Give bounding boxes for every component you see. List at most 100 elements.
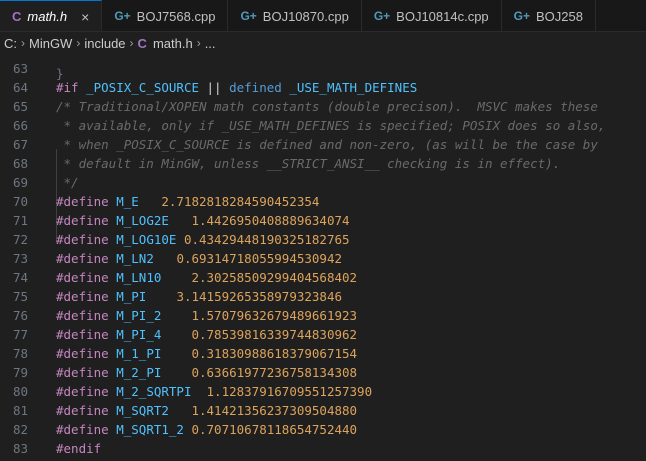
line-number: 79 — [12, 365, 28, 380]
code-line: 69 */ — [0, 173, 646, 192]
line-number: 82 — [12, 422, 28, 437]
line-number: 70 — [12, 194, 28, 209]
cpp-file-icon: G+ — [114, 9, 131, 23]
code-text: */ — [56, 173, 79, 192]
code-line: 79 #define M_2_PI 0.63661977236758134308 — [0, 363, 646, 382]
editor-tab-bar: C math.h × G+ BOJ7568.cpp G+ BOJ10870.cp… — [0, 0, 646, 32]
code-token: M_2_PI — [116, 365, 192, 380]
code-text: #define M_LOG2E 1.4426950408889634074 — [56, 211, 350, 230]
code-token: 0.78539816339744830962 — [191, 327, 358, 342]
code-text: #define M_PI_2 1.57079632679489661923 — [56, 306, 357, 325]
code-token: 1.41421356237309504880 — [191, 403, 358, 418]
code-text: #define M_PI 3.14159265358979323846 — [56, 287, 342, 306]
code-line: 75 #define M_PI 3.14159265358979323846 — [0, 287, 646, 306]
line-number: 71 — [12, 213, 28, 228]
code-text: #define M_2_SQRTPI 1.1283791670955125739… — [56, 382, 372, 401]
code-token: 0.43429448190325182765 — [183, 232, 350, 247]
code-token: #define — [56, 403, 117, 418]
line-number: 76 — [12, 308, 28, 323]
code-token: M_PI_2 — [116, 308, 192, 323]
code-token: #define — [56, 289, 117, 304]
code-text: #endif — [56, 439, 101, 458]
breadcrumb-file[interactable]: math.h — [153, 36, 193, 51]
code-token: M_SQRT1_2 — [116, 422, 192, 437]
breadcrumb-mingw[interactable]: MinGW — [29, 36, 72, 51]
code-token: 2.30258509299404568402 — [191, 270, 358, 285]
code-token: defined — [229, 80, 290, 95]
code-line: 81 #define M_SQRT2 1.41421356237309504880 — [0, 401, 646, 420]
code-token: M_1_PI — [116, 346, 192, 361]
line-number: 73 — [12, 251, 28, 266]
code-token: 0.63661977236758134308 — [191, 365, 358, 380]
cpp-file-icon: G+ — [373, 9, 391, 23]
code-token: #define — [56, 327, 117, 342]
code-line: 73 #define M_LN2 0.69314718055994530942 — [0, 249, 646, 268]
code-token: 0.69314718055994530942 — [176, 251, 343, 266]
code-token: M_LOG2E — [116, 213, 192, 228]
code-token: #endif — [56, 441, 102, 456]
chevron-right-icon: › — [196, 36, 201, 50]
code-token: 0.70710678118654752440 — [191, 422, 358, 437]
breadcrumb-include[interactable]: include — [84, 36, 125, 51]
tab-boj7568-cpp[interactable]: G+ BOJ7568.cpp — [102, 0, 229, 31]
tab-boj258[interactable]: G+ BOJ258 — [502, 0, 596, 31]
code-token: 2.7182818284590452354 — [161, 194, 320, 209]
tab-boj10870-cpp[interactable]: G+ BOJ10870.cpp — [228, 0, 362, 31]
code-token: M_2_SQRTPI — [116, 384, 207, 399]
code-token: 3.14159265358979323846 — [176, 289, 343, 304]
breadcrumb: C: › MinGW › include › C math.h › ... — [0, 32, 646, 54]
code-token: #define — [56, 308, 117, 323]
code-text: #define M_SQRT1_2 0.70710678118654752440 — [56, 420, 357, 439]
code-text: #define M_LN2 0.69314718055994530942 — [56, 249, 342, 268]
code-token: #define — [56, 346, 117, 361]
code-token: M_PI — [116, 289, 177, 304]
code-text: #define M_SQRT2 1.41421356237309504880 — [56, 401, 357, 420]
line-number: 63 — [12, 61, 28, 76]
line-number: 81 — [12, 403, 28, 418]
line-number: 65 — [12, 99, 28, 114]
line-number: 72 — [12, 232, 28, 247]
code-text: * when _POSIX_C_SOURCE is defined and no… — [56, 135, 598, 154]
code-line: 67 * when _POSIX_C_SOURCE is defined and… — [0, 135, 646, 154]
code-token: */ — [56, 175, 79, 190]
code-token: 1.12837916709551257390 — [206, 384, 373, 399]
code-token: * available, only if _USE_MATH_DEFINES i… — [56, 118, 606, 133]
code-editor[interactable]: } 63 64 #if _POSIX_C_SOURCE || defined _US… — [0, 54, 646, 461]
code-text: #define M_LN10 2.30258509299404568402 — [56, 268, 357, 287]
tab-label: BOJ258 — [536, 8, 583, 24]
c-file-icon: C — [137, 35, 147, 51]
code-token: M_LN2 — [116, 251, 177, 266]
code-text: #define M_1_PI 0.31830988618379067154 — [56, 344, 357, 363]
tab-math-h[interactable]: C math.h × — [0, 0, 103, 31]
tab-boj10814c-cpp[interactable]: G+ BOJ10814c.cpp — [362, 0, 502, 31]
code-text: /* Traditional/XOPEN math constants (dou… — [56, 97, 598, 116]
code-token: M_SQRT2 — [116, 403, 192, 418]
code-token: _POSIX_C_SOURCE — [86, 80, 207, 95]
code-token: _USE_MATH_DEFINES — [289, 80, 418, 95]
code-text: #define M_2_PI 0.63661977236758134308 — [56, 363, 357, 382]
code-text: #define M_E 2.7182818284590452354 — [56, 192, 319, 211]
code-line: 82 #define M_SQRT1_2 0.707106781186547524… — [0, 420, 646, 439]
line-number: 80 — [12, 384, 28, 399]
code-line: 65 /* Traditional/XOPEN math constants (d… — [0, 97, 646, 116]
line-number: 64 — [12, 80, 28, 95]
code-token: M_PI_4 — [116, 327, 192, 342]
code-line: 64 #if _POSIX_C_SOURCE || defined _USE_MA… — [0, 78, 646, 97]
code-line: 68 * default in MinGW, unless __STRICT_A… — [0, 154, 646, 173]
breadcrumb-symbol[interactable]: ... — [205, 36, 216, 51]
line-number: 67 — [12, 137, 28, 152]
line-number: 75 — [12, 289, 28, 304]
cpp-file-icon: G+ — [513, 9, 531, 23]
code-line: 80 #define M_2_SQRTPI 1.12837916709551257… — [0, 382, 646, 401]
code-text: * default in MinGW, unless __STRICT_ANSI… — [56, 154, 561, 173]
breadcrumb-drive[interactable]: C: — [4, 36, 17, 51]
code-token: #define — [56, 365, 117, 380]
line-number: 77 — [12, 327, 28, 342]
code-token: * when _POSIX_C_SOURCE is defined and no… — [56, 137, 598, 152]
code-token: M_LOG10E — [116, 232, 184, 247]
code-line: 74 #define M_LN10 2.30258509299404568402 — [0, 268, 646, 287]
close-icon[interactable]: × — [81, 9, 89, 25]
code-line: 66 * available, only if _USE_MATH_DEFINE… — [0, 116, 646, 135]
code-line: 70 #define M_E 2.7182818284590452354 — [0, 192, 646, 211]
code-token: #if — [56, 80, 87, 95]
